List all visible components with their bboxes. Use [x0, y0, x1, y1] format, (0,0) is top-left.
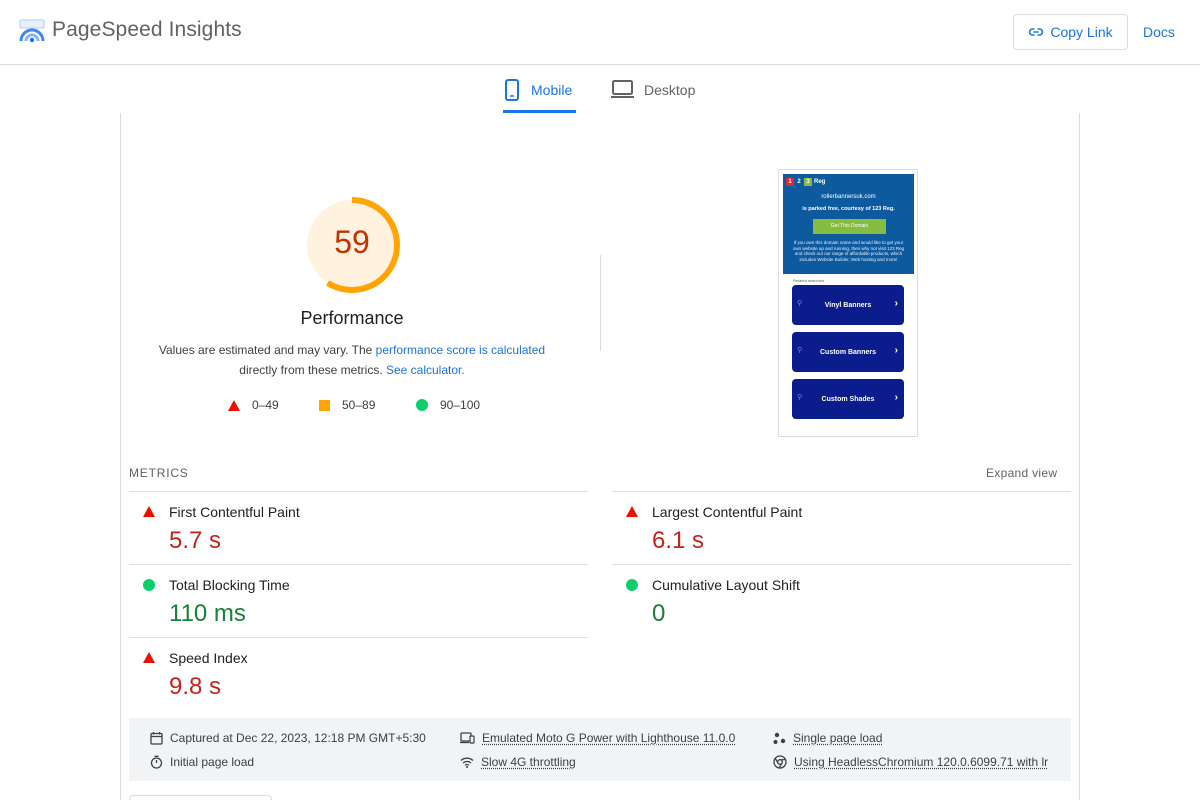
- tab-desktop-label: Desktop: [644, 79, 695, 98]
- red-triangle-icon: [228, 400, 240, 411]
- screenshot-related-label: Related searches: [793, 278, 824, 283]
- tab-mobile[interactable]: Mobile: [503, 79, 576, 113]
- initial-page-load-text: Initial page load: [170, 755, 254, 769]
- metric-value-fcp: 5.7 s: [169, 527, 221, 555]
- expand-view-button[interactable]: Expand view: [986, 466, 1057, 480]
- pass-circle-icon: [626, 579, 638, 591]
- chevron-right-icon: ›: [895, 392, 898, 403]
- screenshot-card-custom-shades: ⚲ Custom Shades ›: [792, 379, 904, 419]
- search-icon: ⚲: [797, 346, 802, 354]
- legend-label-pass: 90–100: [440, 398, 480, 412]
- docs-link[interactable]: Docs: [1143, 24, 1175, 40]
- divider: [129, 491, 588, 492]
- metric-name-cls: Cumulative Layout Shift: [652, 577, 800, 593]
- metric-name-si: Speed Index: [169, 650, 248, 666]
- chrome-icon: [773, 755, 787, 769]
- metric-value-lcp: 6.1 s: [652, 527, 704, 555]
- single-page-load-text: Single page load: [793, 731, 882, 745]
- chevron-right-icon: ›: [895, 345, 898, 356]
- metric-name-tbt: Total Blocking Time: [169, 577, 290, 593]
- orange-square-icon: [319, 400, 330, 411]
- mobile-phone-icon: [503, 79, 521, 101]
- performance-score-link[interactable]: performance score is calculated: [376, 343, 545, 357]
- emulated-device-text: Emulated Moto G Power with Lighthouse 11…: [482, 731, 735, 745]
- pass-circle-icon: [143, 579, 155, 591]
- screenshot-domain: rollerbannersuk.com: [783, 194, 914, 200]
- metric-name-fcp: First Contentful Paint: [169, 504, 300, 520]
- metric-value-tbt: 110 ms: [169, 600, 246, 628]
- legend-label-fail: 0–49: [252, 398, 279, 412]
- fail-triangle-icon: [626, 506, 638, 517]
- metric-name-lcp: Largest Contentful Paint: [652, 504, 802, 520]
- bottom-button[interactable]: [129, 795, 272, 800]
- network-throttling[interactable]: Slow 4G throttling: [460, 755, 576, 769]
- pagespeed-logo-icon[interactable]: [19, 19, 45, 43]
- metrics-heading: METRICS: [129, 466, 189, 480]
- performance-label: Performance: [200, 308, 504, 329]
- copy-link-button[interactable]: Copy Link: [1013, 14, 1128, 50]
- vertical-divider: [600, 255, 601, 351]
- link-icon: [1028, 24, 1044, 40]
- fail-triangle-icon: [143, 652, 155, 663]
- network-throttling-text: Slow 4G throttling: [481, 755, 576, 769]
- desc-text-1: Values are estimated and may vary. The: [159, 343, 376, 357]
- screenshot-card-custom-banners: ⚲ Custom Banners ›: [792, 332, 904, 372]
- screenshot-card-vinyl: ⚲ Vinyl Banners ›: [792, 285, 904, 325]
- legend-average: 50–89: [319, 398, 375, 412]
- copy-link-label: Copy Link: [1050, 24, 1112, 40]
- fail-triangle-icon: [143, 506, 155, 517]
- legend-label-average: 50–89: [342, 398, 375, 412]
- divider: [129, 637, 588, 638]
- logo-digit-3: 3: [804, 178, 812, 186]
- calendar-icon: [150, 731, 163, 745]
- screenshot-banner: 1 2 3 Reg rollerbannersuk.com is parked …: [783, 174, 914, 274]
- screenshot-get-domain-button: Get This Domain: [813, 219, 886, 234]
- score-description: Values are estimated and may vary. The p…: [140, 340, 564, 380]
- report-panel: [120, 113, 1080, 800]
- logo-digit-2: 2: [795, 178, 803, 186]
- divider: [129, 564, 588, 565]
- screenshot-parked-text: is parked free, courtesy of 123 Reg.: [783, 206, 914, 212]
- card-label: Vinyl Banners: [825, 302, 872, 309]
- legend-fail: 0–49: [228, 398, 279, 412]
- card-label: Custom Shades: [822, 396, 875, 403]
- 123-reg-logo: 1 2 3 Reg: [786, 178, 825, 186]
- green-circle-icon: [416, 399, 428, 411]
- card-label: Custom Banners: [820, 349, 876, 356]
- tab-desktop[interactable]: Desktop: [611, 79, 695, 113]
- runtime-settings: [129, 718, 1071, 781]
- timer-icon: [150, 755, 163, 769]
- logo-brand: Reg: [813, 178, 825, 186]
- wifi-icon: [460, 756, 474, 768]
- legend-pass: 90–100: [416, 398, 480, 412]
- browser-version-text: Using HeadlessChromium 120.0.6099.71 wit…: [794, 755, 1048, 769]
- see-calculator-link[interactable]: See calculator.: [386, 363, 465, 377]
- logo-digit-1: 1: [786, 178, 794, 186]
- app-title[interactable]: PageSpeed Insights: [52, 18, 242, 42]
- chevron-right-icon: ›: [895, 298, 898, 309]
- metric-value-si: 9.8 s: [169, 673, 221, 701]
- screenshot-body-text: If you own this domain name and would li…: [789, 240, 908, 262]
- search-icon: ⚲: [797, 393, 802, 401]
- devices-icon: [460, 732, 475, 744]
- emulated-device[interactable]: Emulated Moto G Power with Lighthouse 11…: [460, 731, 735, 745]
- search-icon: ⚲: [797, 299, 802, 307]
- performance-score-value: 59: [303, 224, 401, 261]
- divider: [612, 491, 1071, 492]
- metric-value-cls: 0: [652, 600, 665, 628]
- single-page-load[interactable]: Single page load: [773, 731, 882, 745]
- divider: [612, 564, 1071, 565]
- captured-at-text: Captured at Dec 22, 2023, 12:18 PM GMT+5…: [170, 731, 426, 745]
- nodes-icon: [773, 732, 786, 745]
- initial-page-load: Initial page load: [150, 755, 254, 769]
- final-screenshot[interactable]: 1 2 3 Reg rollerbannersuk.com is parked …: [778, 169, 918, 437]
- app-header: PageSpeed Insights Copy Link Docs: [0, 0, 1200, 65]
- tab-mobile-label: Mobile: [531, 79, 572, 98]
- desktop-laptop-icon: [611, 79, 634, 99]
- captured-at: Captured at Dec 22, 2023, 12:18 PM GMT+5…: [150, 731, 426, 745]
- browser-version[interactable]: Using HeadlessChromium 120.0.6099.71 wit…: [773, 755, 1048, 769]
- desc-text-2: directly from these metrics.: [239, 363, 386, 377]
